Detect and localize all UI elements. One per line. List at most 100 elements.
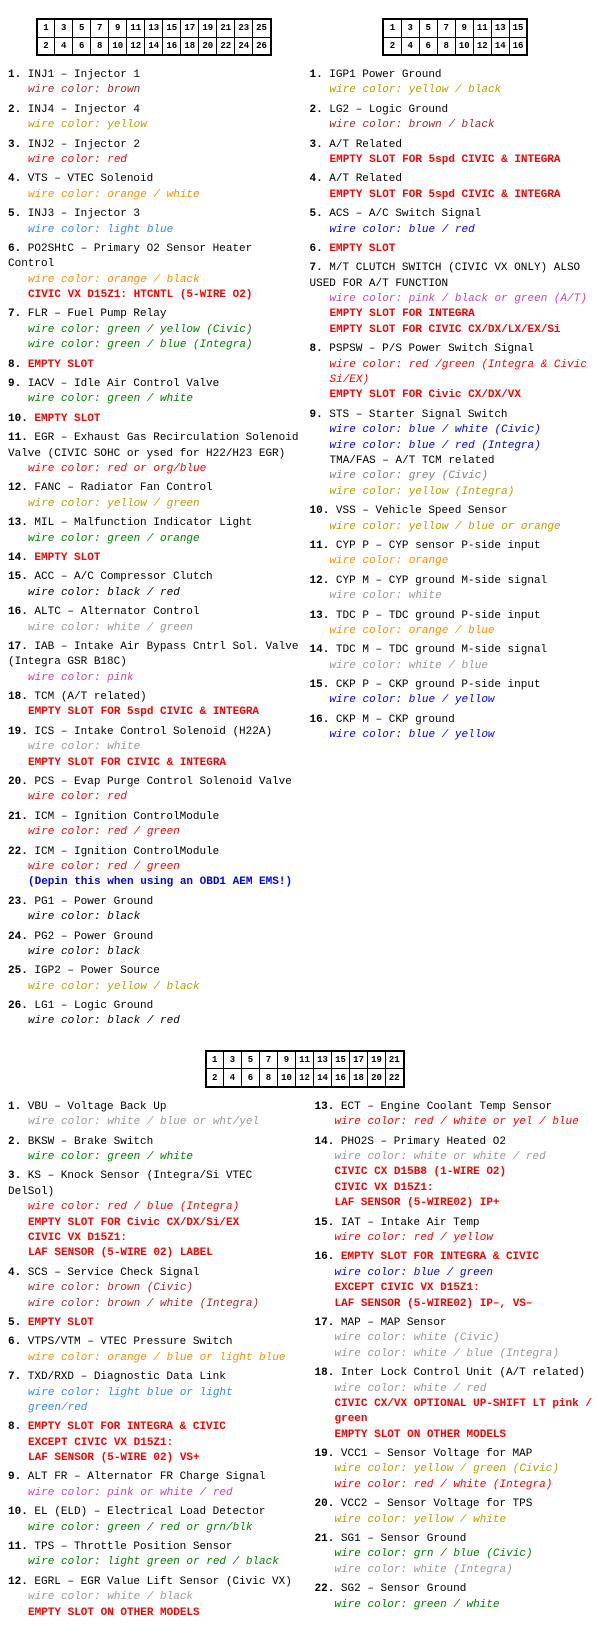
list-item: 17. IAB – Intake Air Bypass Cntrl Sol. V…: [8, 640, 300, 686]
wire-color: wire color: black: [8, 910, 300, 925]
item-label: 4. SCS – Service Check Signal: [8, 1267, 199, 1279]
list-item: 14. EMPTY SLOT: [8, 551, 300, 566]
wire-color: wire color: green / white: [8, 1150, 295, 1165]
list-item: 25. IGP2 – Power Sourcewire color: yello…: [8, 964, 300, 995]
note3: LAF SENSOR (5-WIRE 02) LABEL: [8, 1246, 295, 1261]
note: EMPTY SLOT FOR CIVIC & INTEGRA: [8, 756, 300, 771]
wire-color: wire color: red: [8, 790, 300, 805]
note-wire: wire color: grey (Civic): [310, 469, 602, 484]
wire-color: wire color: white (Civic): [315, 1331, 602, 1346]
item-label: 17. IAB – Intake Air Bypass Cntrl Sol. V…: [8, 641, 298, 668]
wire-color: wire color: brown: [8, 83, 300, 98]
list-item: 2. LG2 – Logic Groundwire color: brown /…: [310, 103, 602, 134]
item-label: 21. SG1 – Sensor Ground: [315, 1533, 467, 1545]
list-item: 7. TXD/RXD – Diagnostic Data Linkwire co…: [8, 1370, 295, 1416]
connector-b-pins: 13579111315 246810121416: [382, 18, 528, 56]
note3: LAF SENSOR (5-WIRE02) IP+: [315, 1196, 602, 1211]
list-item: 26. LG1 – Logic Ground wire color: black …: [8, 999, 300, 1030]
list-item: 6. VTPS/VTM – VTEC Pressure Switch wire c…: [8, 1335, 295, 1366]
wire-color: wire color: yellow / green: [8, 497, 300, 512]
item-label: 12. CYP M – CYP ground M-side signal: [310, 575, 548, 587]
note: CIVIC VX D15Z1: HTCNTL (5-WIRE O2): [8, 288, 300, 303]
list-item: 4. A/T RelatedEMPTY SLOT FOR 5spd CIVIC …: [310, 172, 602, 203]
item-label: 26. LG1 – Logic Ground: [8, 1000, 153, 1012]
wire-color: wire color: green / red or grn/blk: [8, 1521, 295, 1536]
item-label: 15. CKP P – CKP ground P-side input: [310, 679, 541, 691]
wire-color: wire color: orange / black: [8, 273, 300, 288]
item-label: 5. INJ3 – Injector 3: [8, 208, 140, 220]
wire-color: wire color: red / blue (Integra): [8, 1200, 295, 1215]
item-label: 15. IAT – Intake Air Temp: [315, 1217, 480, 1229]
wire-color: wire color: orange: [310, 554, 602, 569]
list-item: 2. INJ4 – Injector 4wire color: yellow: [8, 103, 300, 134]
list-item: 9. ALT FR – Alternator FR Charge Signalw…: [8, 1470, 295, 1501]
note2: EMPTY SLOT FOR CIVIC CX/DX/LX/EX/Si: [310, 323, 602, 338]
item-label: 11. EGR – Exhaust Gas Recirculation Sole…: [8, 432, 298, 459]
wire-color: wire color: orange / blue: [310, 624, 602, 639]
item-label: 10. VSS – Vehicle Speed Sensor: [310, 505, 508, 517]
list-item: 6. EMPTY SLOT: [310, 242, 602, 257]
item-label: 7. FLR – Fuel Pump Relay: [8, 308, 166, 320]
note2: LAF SENSOR (5-WIRE02) IP–, VS–: [315, 1297, 602, 1312]
wire-color: wire color: red / yellow: [315, 1231, 602, 1246]
list-item: 14. PHO2S – Primary Heated O2wire color:…: [315, 1135, 602, 1212]
wire-color: wire color: blue / red: [310, 223, 602, 238]
note: EMPTY SLOT FOR 5spd CIVIC & INTEGRA: [8, 705, 300, 720]
list-item: 13. ECT – Engine Coolant Temp Sensorwire…: [315, 1100, 602, 1131]
item-label: 13. MIL – Malfunction Indicator Light: [8, 517, 252, 529]
wire-color2: wire color: blue / red (Integra): [310, 439, 602, 454]
item-label: 21. ICM – Ignition ControlModule: [8, 811, 219, 823]
wire-color2: wire color: brown / white (Integra): [8, 1297, 295, 1312]
wire-color: wire color: blue / yellow: [310, 693, 602, 708]
list-item: 4. SCS – Service Check Signal wire color:…: [8, 1266, 295, 1312]
note2: EMPTY SLOT ON OTHER MODELS: [315, 1428, 602, 1443]
list-item: 18. TCM (A/T related) EMPTY SLOT FOR 5spd…: [8, 690, 300, 721]
wire-color: wire color: yellow / green (Civic): [315, 1462, 602, 1477]
wire-color: wire color: white / green: [8, 621, 300, 636]
list-item: 9. STS – Starter Signal Switch wire color…: [310, 408, 602, 500]
item-label: 18. TCM (A/T related): [8, 691, 147, 703]
list-item: 15. IAT – Intake Air Temp wire color: red…: [315, 1216, 602, 1247]
note2: CIVIC VX D15Z1:: [8, 1231, 295, 1246]
wire-color: wire color: red /green (Integra & Civic …: [310, 358, 602, 389]
wire-color: wire color: orange / blue or light blue: [8, 1351, 295, 1366]
connector-a-section: 135791113151719212325 246810121416182022…: [8, 10, 300, 1034]
item-label: 17. MAP – MAP Sensor: [315, 1317, 447, 1329]
note: EMPTY SLOT ON OTHER MODELS: [8, 1606, 295, 1621]
list-item: 15. ACC – A/C Compressor Clutchwire colo…: [8, 570, 300, 601]
item-label: 3. KS – Knock Sensor (Integra/Si VTEC De…: [8, 1170, 252, 1197]
list-item: 7. FLR – Fuel Pump Relaywire color: gree…: [8, 307, 300, 353]
item-label: 1. IGP1 Power Ground: [310, 69, 442, 81]
list-item: 5. INJ3 – Injector 3wire color: light bl…: [8, 207, 300, 238]
page: 135791113151719212325 246810121416182022…: [0, 0, 609, 1635]
list-item: 13. MIL – Malfunction Indicator Lightwir…: [8, 516, 300, 547]
wire-color: wire color: black / red: [8, 1014, 300, 1029]
item-label: 19. VCC1 – Sensor Voltage for MAP: [315, 1448, 533, 1460]
item-label: 24. PG2 – Power Ground: [8, 931, 153, 943]
connector-d-right-list: 13. ECT – Engine Coolant Temp Sensor wire…: [315, 1100, 602, 1625]
item-label: 22. ICM – Ignition ControlModule: [8, 846, 219, 858]
list-item: 21. ICM – Ignition ControlModulewire col…: [8, 810, 300, 841]
note-wire2: wire color: yellow (Integra): [310, 485, 602, 500]
wire-color: wire color: grn / blue (Civic): [315, 1547, 602, 1562]
item-label: 8. EMPTY SLOT: [8, 359, 94, 371]
item-label: 13. ECT – Engine Coolant Temp Sensor: [315, 1101, 553, 1113]
wire-color: wire color: red: [8, 153, 300, 168]
note: (Depin this when using an OBD1 AEM EMS!): [8, 875, 300, 890]
item-label: 8. EMPTY SLOT FOR INTEGRA & CIVIC: [8, 1421, 226, 1433]
wire-color: wire color: brown (Civic): [8, 1281, 295, 1296]
wire-color: wire color: yellow / black: [8, 980, 300, 995]
wire-color: wire color: brown / black: [310, 118, 602, 133]
list-item: 16. EMPTY SLOT FOR INTEGRA & CIVICwire c…: [315, 1250, 602, 1312]
item-label: 2. BKSW – Brake Switch: [8, 1136, 153, 1148]
note: EXCEPT CIVIC VX D15Z1:: [8, 1436, 295, 1451]
item-label: 9. STS – Starter Signal Switch: [310, 409, 508, 421]
note: CIVIC CX D15B8 (1-WIRE O2): [315, 1165, 602, 1180]
list-item: 10. VSS – Vehicle Speed Sensorwire color…: [310, 504, 602, 535]
item-label: 12. EGRL – EGR Value Lift Sensor (Civic …: [8, 1576, 292, 1588]
wire-color: wire color: light green or red / black: [8, 1555, 295, 1570]
wire-color: wire color: black / red: [8, 586, 300, 601]
item-label: 6. VTPS/VTM – VTEC Pressure Switch: [8, 1336, 232, 1348]
wire-color: wire color: white / black: [8, 1590, 295, 1605]
wire-color: wire color: white / blue: [310, 659, 602, 674]
